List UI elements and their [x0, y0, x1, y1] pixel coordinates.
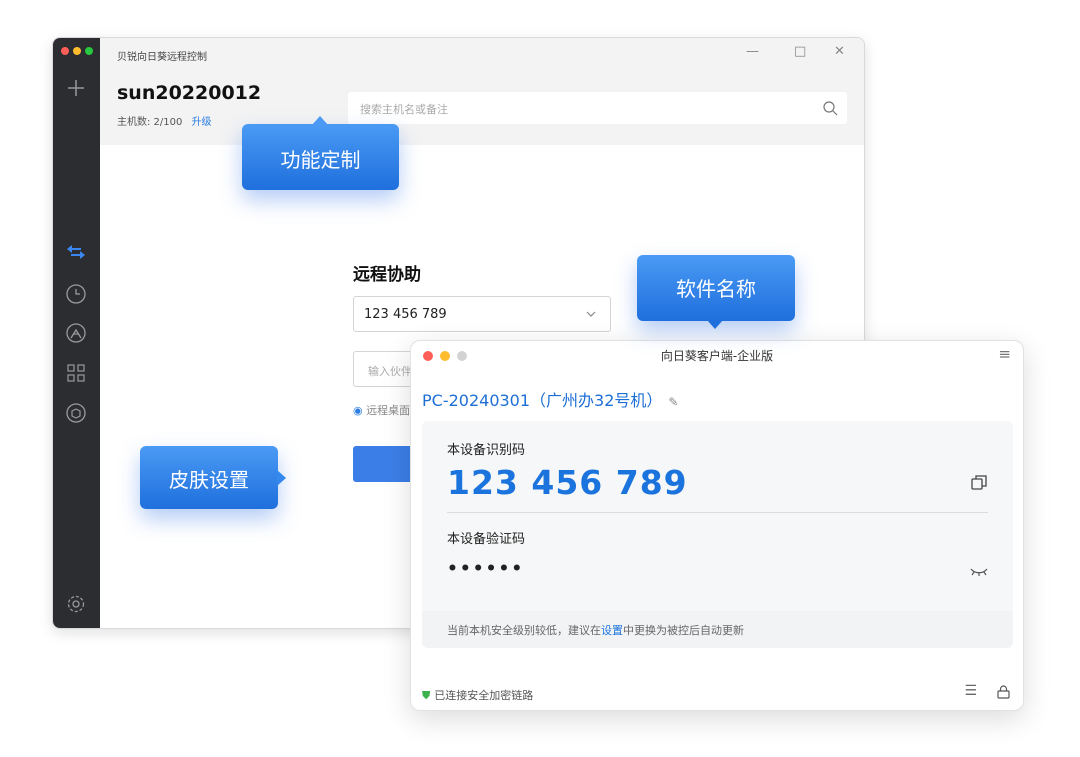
menu-icon[interactable]: ≡ [998, 345, 1011, 363]
client-window: 向日葵客户端-企业版 ≡ PC-20240301（广州办32号机） ✎ 本设备识别… [410, 340, 1024, 711]
host-count-label: 主机数: 2/100 [117, 117, 183, 128]
window-title: 贝锐向日葵远程控制 [117, 52, 207, 63]
client-title: 向日葵客户端-企业版 [660, 349, 774, 363]
callout-arrow [277, 470, 286, 486]
status-bar: ⛊ 已连接安全加密链路 [422, 687, 533, 703]
copy-icon[interactable] [970, 473, 988, 491]
clock-icon[interactable] [64, 282, 88, 306]
callout-software-name: 软件名称 [637, 255, 795, 329]
account-name: sun20220012 [117, 82, 262, 104]
password-label: 本设备验证码 [447, 532, 526, 547]
edit-icon[interactable]: ✎ [668, 395, 678, 409]
host-count: 主机数: 2/100 升级 [117, 113, 212, 128]
password-value: •••••• [447, 559, 525, 579]
search-placeholder: 搜索主机名或备注 [360, 103, 448, 116]
callout-feature-label: 功能定制 [280, 148, 361, 172]
id-value: 123 456 789 [447, 463, 688, 502]
callout-arrow [707, 320, 723, 329]
maximize-button[interactable]: □ [794, 44, 806, 59]
id-label: 本设备识别码 [447, 443, 526, 458]
security-warning: 当前本机安全级别较低，建议在设置中更换为被控后自动更新 [447, 622, 744, 638]
shield-icon: ⛊ [422, 689, 431, 702]
radio-label: 远程桌面 [366, 404, 411, 417]
warning-prefix: 当前本机安全级别较低，建议在 [447, 624, 601, 637]
status-text: 已连接安全加密链路 [434, 689, 534, 702]
apps-icon[interactable] [64, 361, 88, 385]
hidden-eye-icon[interactable] [970, 567, 988, 577]
swap-icon[interactable] [64, 240, 88, 264]
device-info-card: 本设备识别码 123 456 789 本设备验证码 •••••• 当前本机安全级… [422, 421, 1013, 648]
remote-icon[interactable] [64, 321, 88, 345]
list-icon[interactable]: ☰ [964, 683, 977, 699]
divider [447, 512, 988, 513]
callout-software-name-label: 软件名称 [676, 277, 756, 301]
sidebar [53, 38, 100, 628]
search-input[interactable]: 搜索主机名或备注 [348, 92, 847, 124]
minimize-dot[interactable] [73, 47, 81, 55]
remote-desktop-radio[interactable]: ◉ 远程桌面 [353, 402, 410, 418]
cube-icon[interactable] [64, 401, 88, 425]
device-name-text: PC-20240301（广州办32号机） [422, 391, 663, 410]
close-dot[interactable] [61, 47, 69, 55]
lock-icon[interactable] [997, 685, 1010, 699]
chevron-down-icon [586, 311, 596, 317]
partner-id-value: 123 456 789 [364, 307, 447, 322]
settings-link[interactable]: 设置 [601, 624, 623, 637]
callout-skin-label: 皮肤设置 [169, 468, 249, 492]
plus-icon[interactable] [64, 76, 88, 100]
section-title: 远程协助 [353, 265, 421, 285]
partner-id-select[interactable]: 123 456 789 [353, 296, 611, 332]
partner-input-placeholder: 输入伙伴 [368, 365, 412, 378]
close-button[interactable]: ✕ [834, 44, 845, 59]
radio-selected-icon: ◉ [353, 404, 363, 417]
device-name: PC-20240301（广州办32号机） ✎ [422, 387, 678, 411]
callout-feature: 功能定制 [242, 116, 399, 190]
maximize-dot[interactable] [85, 47, 93, 55]
callout-skin: 皮肤设置 [140, 446, 286, 509]
warning-suffix: 中更换为被控后自动更新 [623, 624, 744, 637]
minimize-button[interactable]: — [746, 44, 759, 59]
upgrade-link[interactable]: 升级 [192, 117, 212, 128]
search-icon[interactable] [822, 100, 838, 116]
callout-arrow [312, 116, 328, 125]
settings-icon[interactable] [64, 592, 88, 616]
